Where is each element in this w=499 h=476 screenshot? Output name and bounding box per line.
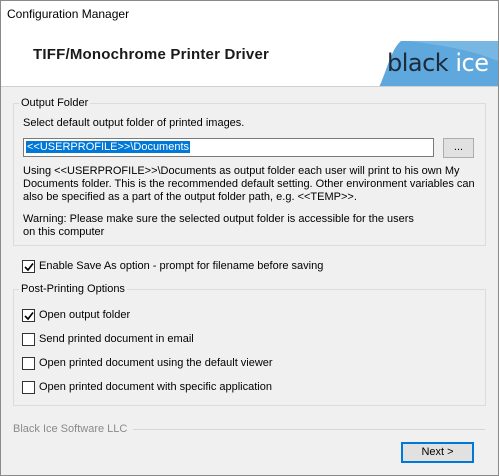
product-title: TIFF/Monochrome Printer Driver <box>33 46 270 63</box>
title-bar[interactable]: Configuration Manager <box>1 1 498 27</box>
warning-line-1: Warning: Please make sure the selected o… <box>23 213 414 225</box>
output-folder-group-label: Output Folder <box>19 97 91 109</box>
help-line-2: Documents folder. This is the recommende… <box>23 178 475 190</box>
open-specific-app-checkbox[interactable] <box>22 381 35 394</box>
send-email-checkbox[interactable] <box>22 333 35 346</box>
next-button-label: Next > <box>421 446 454 458</box>
checkmark-icon <box>24 263 34 272</box>
window-title: Configuration Manager <box>7 7 130 21</box>
browse-button[interactable]: ... <box>443 138 474 158</box>
checkmark-icon <box>24 312 34 321</box>
logo-text-black: black <box>387 49 449 77</box>
header-banner: TIFF/Monochrome Printer Driver black ice <box>1 27 498 87</box>
enable-save-as-checkbox[interactable] <box>22 260 35 273</box>
footer-divider <box>133 429 485 430</box>
open-output-folder-checkbox[interactable] <box>22 309 35 322</box>
configuration-manager-window: Configuration Manager TIFF/Monochrome Pr… <box>0 0 499 476</box>
next-button[interactable]: Next > <box>401 442 474 463</box>
open-default-viewer-checkbox[interactable] <box>22 357 35 370</box>
help-line-1: Using <<USERPROFILE>>\Documents as outpu… <box>23 165 460 177</box>
output-folder-instruction: Select default output folder of printed … <box>23 117 245 129</box>
output-folder-path-input[interactable]: <<USERPROFILE>>\Documents <box>23 138 434 157</box>
post-printing-group-label: Post-Printing Options <box>19 283 127 295</box>
company-name: Black Ice Software LLC <box>13 423 128 435</box>
browse-button-label: ... <box>453 141 464 153</box>
open-specific-app-label[interactable]: Open printed document with specific appl… <box>39 381 272 393</box>
help-line-3: also be specified as a part of the outpu… <box>23 191 357 203</box>
enable-save-as-label[interactable]: Enable Save As option - prompt for filen… <box>39 260 323 272</box>
output-folder-path-value: <<USERPROFILE>>\Documents <box>26 141 191 153</box>
send-email-label[interactable]: Send printed document in email <box>39 333 194 345</box>
warning-line-2: on this computer <box>23 226 105 238</box>
logo-text-ice: ice <box>455 49 489 77</box>
logo-text: black ice <box>387 49 489 77</box>
open-output-folder-label[interactable]: Open output folder <box>39 309 130 321</box>
open-default-viewer-label[interactable]: Open printed document using the default … <box>39 357 273 369</box>
